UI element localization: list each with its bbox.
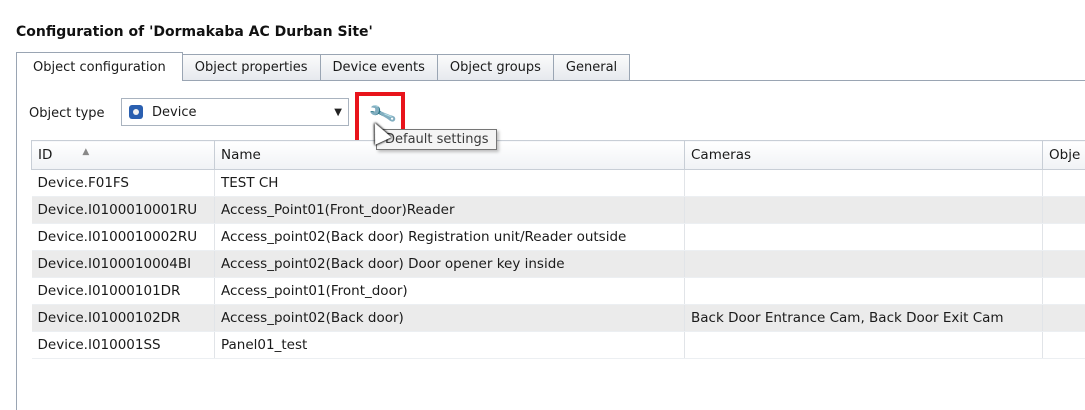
cell-name: Panel01_test bbox=[215, 332, 685, 359]
object-type-label: Object type bbox=[29, 106, 105, 121]
window-title: Configuration of 'Dormakaba AC Durban Si… bbox=[16, 24, 373, 40]
tab-object-properties[interactable]: Object properties bbox=[183, 54, 321, 80]
cell-id: Device.I01000102DR bbox=[32, 305, 215, 332]
cell-name: Access_point02(Back door) Registration u… bbox=[215, 224, 685, 251]
tab-object-configuration[interactable]: Object configuration bbox=[16, 52, 183, 81]
tab-object-groups[interactable]: Object groups bbox=[438, 54, 554, 80]
object-type-value: Device bbox=[152, 105, 196, 120]
column-header-objects[interactable]: Obje bbox=[1043, 141, 1085, 170]
cell-cameras: Back Door Entrance Cam, Back Door Exit C… bbox=[685, 305, 1043, 332]
column-header-id[interactable]: ID▲ bbox=[32, 141, 215, 170]
cell-cameras bbox=[685, 224, 1043, 251]
cell-id: Device.F01FS bbox=[32, 170, 215, 197]
table-row[interactable]: Device.I01000102DR Access_point02(Back d… bbox=[32, 305, 1085, 332]
cell-id: Device.I0100010002RU bbox=[32, 224, 215, 251]
cell-objects bbox=[1043, 170, 1085, 197]
cell-cameras bbox=[685, 197, 1043, 224]
cell-cameras bbox=[685, 170, 1043, 197]
cell-objects bbox=[1043, 305, 1085, 332]
cell-cameras bbox=[685, 332, 1043, 359]
tab-device-events[interactable]: Device events bbox=[321, 54, 438, 80]
cell-cameras bbox=[685, 251, 1043, 278]
cell-id: Device.I01000101DR bbox=[32, 278, 215, 305]
cell-objects bbox=[1043, 332, 1085, 359]
table-row[interactable]: Device.I0100010004BI Access_point02(Back… bbox=[32, 251, 1085, 278]
object-type-select[interactable]: Device ▼ bbox=[121, 98, 349, 126]
table-header-row: ID▲ Name Cameras Obje bbox=[32, 141, 1085, 170]
table-row[interactable]: Device.F01FS TEST CH bbox=[32, 170, 1085, 197]
default-settings-tooltip: Default settings bbox=[376, 129, 497, 150]
cell-cameras bbox=[685, 278, 1043, 305]
cell-objects bbox=[1043, 224, 1085, 251]
cell-name: Access_point02(Back door) Door opener ke… bbox=[215, 251, 685, 278]
tab-general[interactable]: General bbox=[554, 54, 630, 80]
cell-name: Access_point02(Back door) bbox=[215, 305, 685, 332]
tab-bar: Object configuration Object properties D… bbox=[16, 52, 630, 80]
table-row[interactable]: Device.I01000101DR Access_point01(Front_… bbox=[32, 278, 1085, 305]
cell-name: Access_point01(Front_door) bbox=[215, 278, 685, 305]
cell-id: Device.I010001SS bbox=[32, 332, 215, 359]
table-row[interactable]: Device.I0100010002RU Access_point02(Back… bbox=[32, 224, 1085, 251]
dropdown-arrow-icon[interactable]: ▼ bbox=[334, 107, 342, 118]
cell-objects bbox=[1043, 251, 1085, 278]
table-row[interactable]: Device.I0100010001RU Access_Point01(Fron… bbox=[32, 197, 1085, 224]
column-header-cameras[interactable]: Cameras bbox=[685, 141, 1043, 170]
cell-name: Access_Point01(Front_door)Reader bbox=[215, 197, 685, 224]
cell-id: Device.I0100010004BI bbox=[32, 251, 215, 278]
sort-ascending-icon: ▲ bbox=[82, 147, 89, 157]
objects-table: ID▲ Name Cameras Obje Device.F01FS TEST … bbox=[31, 140, 1085, 359]
cell-id: Device.I0100010001RU bbox=[32, 197, 215, 224]
cell-objects bbox=[1043, 278, 1085, 305]
device-icon bbox=[128, 104, 144, 120]
cell-name: TEST CH bbox=[215, 170, 685, 197]
table-row[interactable]: Device.I010001SS Panel01_test bbox=[32, 332, 1085, 359]
cell-objects bbox=[1043, 197, 1085, 224]
